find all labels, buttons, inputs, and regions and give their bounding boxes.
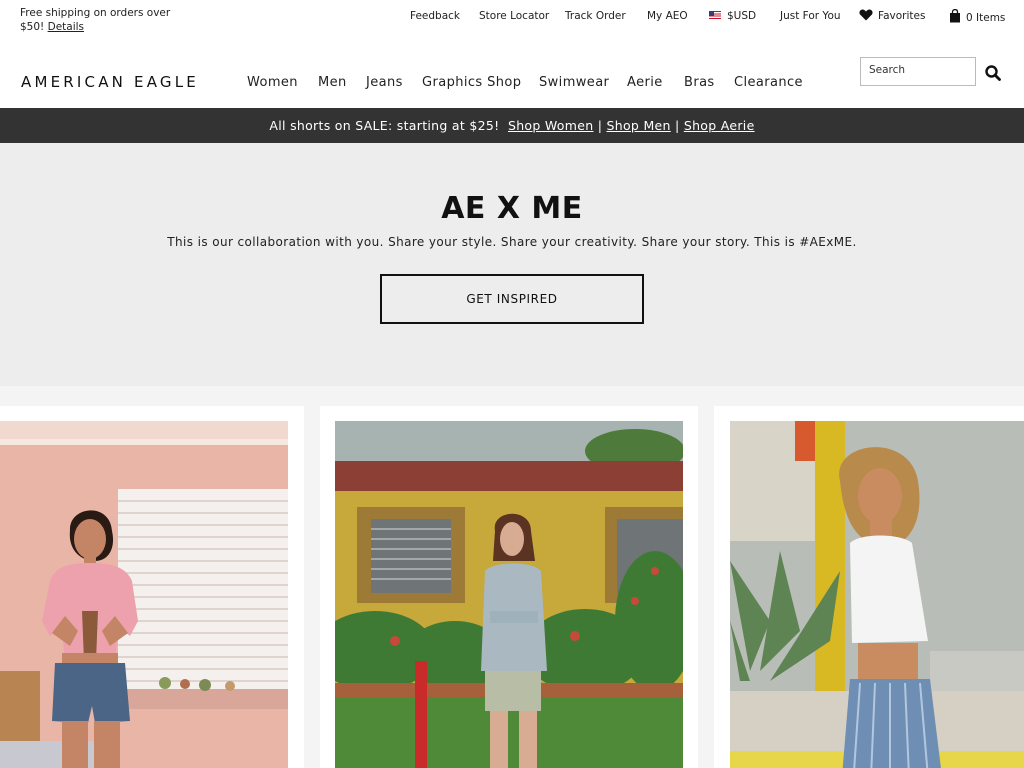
nav-item-men[interactable]: Men <box>318 75 347 90</box>
nav-item-swimwear[interactable]: Swimwear <box>539 75 609 90</box>
feedback-link[interactable]: Feedback <box>410 9 460 23</box>
shop-aerie-link[interactable]: Shop Aerie <box>684 118 755 133</box>
us-flag-icon <box>709 11 721 19</box>
hero-section: AE X ME This is our collaboration with y… <box>0 143 1024 386</box>
my-aeo-label: My AEO <box>647 10 688 22</box>
promo-text: All shorts on SALE: starting at $25! <box>269 118 500 133</box>
nav-item-bras[interactable]: Bras <box>684 75 715 90</box>
feedback-link-label: Feedback <box>410 10 461 22</box>
get-inspired-button[interactable]: GET INSPIRED <box>380 274 644 324</box>
favorites-link[interactable]: Favorites <box>859 9 925 23</box>
shipping-details-link[interactable]: Details <box>48 21 84 33</box>
favorites-label: Favorites <box>878 10 926 22</box>
photo-gallery <box>0 386 1024 768</box>
store-locator-label: Store Locator <box>479 10 550 22</box>
bag-count-label: 0 Items <box>966 12 1006 24</box>
shop-men-link[interactable]: Shop Men <box>607 118 671 133</box>
track-order-link[interactable]: Track Order <box>565 9 626 23</box>
gallery-card[interactable] <box>320 406 698 768</box>
my-aeo-link[interactable]: My AEO <box>647 9 688 23</box>
shop-women-link[interactable]: Shop Women <box>508 118 593 133</box>
gallery-photo[interactable] <box>730 421 1024 768</box>
nav-item-jeans[interactable]: Jeans <box>366 75 403 90</box>
just-for-you-label: Just For You <box>780 10 841 22</box>
track-order-label: Track Order <box>565 10 626 22</box>
promo-separator: | <box>597 118 603 133</box>
nav-item-women[interactable]: Women <box>247 75 298 90</box>
hero-title: AE X ME <box>441 191 583 226</box>
gallery-photo[interactable] <box>335 421 683 768</box>
shopping-bag-icon <box>950 8 960 23</box>
just-for-you-link[interactable]: Just For You <box>780 9 841 23</box>
american-eagle-logo[interactable]: AMERICAN EAGLE <box>21 73 199 91</box>
promo-banner: All shorts on SALE: starting at $25! Sho… <box>0 108 1024 143</box>
shipping-text: Free shipping on orders over $50! <box>20 7 171 33</box>
search-input[interactable]: Search <box>860 57 976 86</box>
heart-icon <box>859 9 873 21</box>
nav-item-clearance[interactable]: Clearance <box>734 75 803 90</box>
gallery-card[interactable] <box>0 406 304 768</box>
promo-separator: | <box>675 118 680 133</box>
nav-item-aerie[interactable]: Aerie <box>627 75 663 90</box>
store-locator-link[interactable]: Store Locator <box>479 9 549 23</box>
shopping-bag-link[interactable]: 0 Items <box>949 8 1006 25</box>
free-shipping-notice: Free shipping on orders over $50! Detail… <box>20 7 190 34</box>
hero-subtitle: This is our collaboration with you. Shar… <box>167 235 857 249</box>
gallery-photo[interactable] <box>0 421 288 768</box>
search-icon[interactable] <box>984 64 1002 82</box>
gallery-card[interactable] <box>714 406 1024 768</box>
currency-label: $USD <box>727 10 757 22</box>
currency-selector[interactable]: $USD <box>709 9 756 23</box>
nav-item-graphics-shop[interactable]: Graphics Shop <box>422 75 521 90</box>
